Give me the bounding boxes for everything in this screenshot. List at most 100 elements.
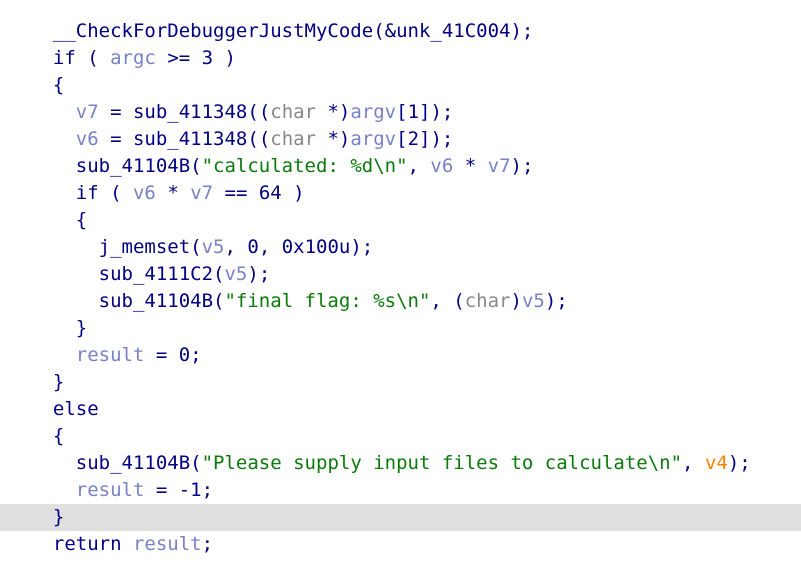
code-token: = xyxy=(98,128,133,150)
code-line[interactable]: if ( v6 * v7 == 64 ) xyxy=(0,180,801,207)
code-token: } xyxy=(30,317,88,339)
code-token: = 0; xyxy=(144,344,202,366)
code-line[interactable]: result = 0; xyxy=(0,342,801,369)
code-token: } xyxy=(30,371,65,393)
code-line[interactable]: { xyxy=(0,207,801,234)
code-line[interactable]: __CheckForDebuggerJustMyCode(&unk_41C004… xyxy=(0,18,801,45)
code-token: result xyxy=(75,344,145,366)
code-token: sub_411348 xyxy=(132,128,248,150)
code-token: argv xyxy=(350,128,397,150)
code-line[interactable]: sub_41104B("final flag: %s\n", (char)v5)… xyxy=(0,288,801,315)
code-token: result xyxy=(132,533,202,555)
code-line[interactable]: { xyxy=(0,423,801,450)
code-token: v5 xyxy=(224,263,248,285)
code-token: sub_41104B xyxy=(98,290,214,312)
code-token: ); xyxy=(247,263,271,285)
code-token: ); xyxy=(544,290,568,312)
code-line[interactable]: v7 = sub_411348((char *)argv[1]); xyxy=(0,99,801,126)
code-token: , xyxy=(682,452,705,474)
code-token: { xyxy=(30,425,65,447)
code-token: argc xyxy=(110,47,156,69)
code-token: ( xyxy=(190,155,202,177)
code-token: v7 xyxy=(190,182,214,204)
code-line[interactable]: } xyxy=(0,369,801,396)
code-token: (( xyxy=(247,128,271,150)
code-token: sub_41104B xyxy=(75,452,191,474)
code-token: *) xyxy=(316,128,351,150)
code-token: { xyxy=(30,209,88,231)
code-line[interactable]: if ( argc >= 3 ) xyxy=(0,45,801,72)
code-token: *) xyxy=(316,101,351,123)
code-line[interactable]: sub_4111C2(v5); xyxy=(0,261,801,288)
code-token: "final flag: %s\n" xyxy=(224,290,431,312)
code-token: ; xyxy=(201,533,214,555)
code-token: v6 xyxy=(430,155,454,177)
code-token: ( xyxy=(190,452,202,474)
code-token: ); xyxy=(727,452,751,474)
code-token: ( xyxy=(98,182,133,204)
code-token: v6 xyxy=(132,182,156,204)
code-line[interactable]: } xyxy=(0,504,801,531)
code-token: , ( xyxy=(430,290,465,312)
code-token: (&unk_41C004); xyxy=(373,20,534,42)
code-token: "calculated: %d\n" xyxy=(201,155,408,177)
code-token: [2]); xyxy=(396,128,454,150)
pseudocode-view[interactable]: __CheckForDebuggerJustMyCode(&unk_41C004… xyxy=(0,18,801,558)
code-line[interactable]: j_memset(v5, 0, 0x100u); xyxy=(0,234,801,261)
code-line[interactable]: v6 = sub_411348((char *)argv[2]); xyxy=(0,126,801,153)
code-token: __CheckForDebuggerJustMyCode xyxy=(52,20,374,42)
code-line[interactable]: else xyxy=(0,396,801,423)
code-token: [1]); xyxy=(396,101,454,123)
code-token: v7 xyxy=(75,101,99,123)
code-token: v4 xyxy=(704,452,728,474)
code-token: ( xyxy=(75,47,111,69)
code-token: , 0, 0x100u); xyxy=(224,236,374,258)
code-token: v6 xyxy=(75,128,99,150)
code-line[interactable]: sub_41104B("Please supply input files to… xyxy=(0,450,801,477)
code-token: char xyxy=(270,101,317,123)
code-token: if xyxy=(52,47,76,69)
code-token: * xyxy=(453,155,488,177)
code-token: "Please supply input files to calculate\… xyxy=(201,452,683,474)
code-token: char xyxy=(270,128,317,150)
code-token: { xyxy=(30,74,65,96)
code-token: j_memset xyxy=(98,236,191,258)
code-token: } xyxy=(30,506,65,528)
code-token: sub_41104B xyxy=(75,155,191,177)
code-token: char xyxy=(464,290,511,312)
code-token: sub_411348 xyxy=(132,101,248,123)
code-token: ( xyxy=(213,263,225,285)
code-token: ( xyxy=(190,236,202,258)
code-line[interactable]: { xyxy=(0,72,801,99)
code-token: v7 xyxy=(487,155,511,177)
code-token: argv xyxy=(350,101,397,123)
code-token: v5 xyxy=(201,236,225,258)
code-token: ( xyxy=(213,290,225,312)
code-token: , xyxy=(407,155,431,177)
code-token: == 64 ) xyxy=(213,182,305,204)
code-token: result xyxy=(75,479,145,501)
code-token: = -1; xyxy=(144,479,214,501)
code-token: ); xyxy=(510,155,534,177)
code-line[interactable]: result = -1; xyxy=(0,477,801,504)
code-token: if xyxy=(75,182,99,204)
code-line[interactable]: } xyxy=(0,315,801,342)
code-line[interactable]: sub_41104B("calculated: %d\n", v6 * v7); xyxy=(0,153,801,180)
code-line[interactable]: return result; xyxy=(0,531,801,558)
code-token: ) xyxy=(510,290,522,312)
code-token: = xyxy=(98,101,133,123)
code-token: >= 3 ) xyxy=(155,47,236,69)
